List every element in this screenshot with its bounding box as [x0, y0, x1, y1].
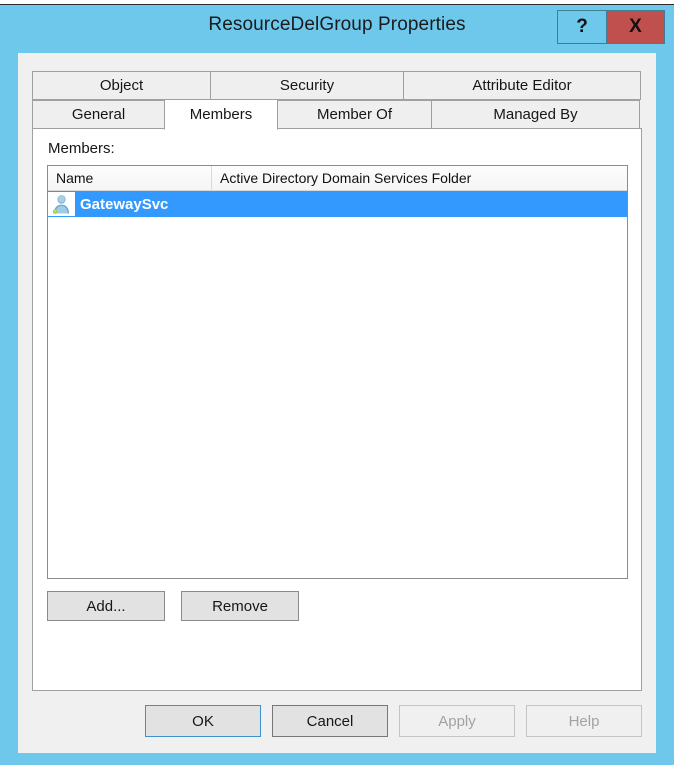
help-dialog-button: Help [526, 705, 642, 737]
help-button[interactable]: ? [558, 11, 606, 43]
tab-strip: Object Security Attribute Editor General… [32, 71, 642, 130]
add-button[interactable]: Add... [47, 591, 165, 621]
title-bar[interactable]: ResourceDelGroup Properties ? X [0, 5, 674, 45]
tab-members[interactable]: Members [164, 99, 278, 130]
member-name: GatewaySvc [80, 195, 169, 213]
ok-button[interactable]: OK [145, 705, 261, 737]
dialog-body: Object Security Attribute Editor General… [18, 53, 656, 753]
column-header-name[interactable]: Name [48, 166, 212, 190]
tab-general[interactable]: General [32, 100, 165, 129]
user-icon [48, 192, 75, 216]
remove-button[interactable]: Remove [181, 591, 299, 621]
members-tab-panel: Members: Name Active Directory Domain Se… [32, 128, 642, 691]
member-action-buttons: Add... Remove [47, 591, 299, 621]
table-row[interactable]: GatewaySvc [48, 191, 627, 217]
column-header-folder[interactable]: Active Directory Domain Services Folder [212, 166, 627, 190]
tab-row-bottom: General Members Member Of Managed By [32, 99, 642, 130]
list-header-row: Name Active Directory Domain Services Fo… [48, 166, 627, 191]
close-button[interactable]: X [606, 11, 664, 43]
tab-row-top: Object Security Attribute Editor [32, 71, 642, 100]
members-label: Members: [48, 140, 115, 157]
tab-object[interactable]: Object [32, 71, 211, 100]
dialog-button-bar: OK Cancel Apply Help [18, 699, 656, 743]
list-rows: GatewaySvc [48, 191, 627, 217]
cancel-button[interactable]: Cancel [272, 705, 388, 737]
tab-managed-by[interactable]: Managed By [431, 100, 640, 129]
tab-member-of[interactable]: Member Of [277, 100, 432, 129]
title-bar-buttons: ? X [557, 10, 665, 44]
tab-security[interactable]: Security [210, 71, 404, 100]
members-list-view[interactable]: Name Active Directory Domain Services Fo… [47, 165, 628, 579]
apply-button: Apply [399, 705, 515, 737]
properties-dialog-window: ResourceDelGroup Properties ? X Object S… [0, 4, 674, 765]
tab-attribute-editor[interactable]: Attribute Editor [403, 71, 641, 100]
